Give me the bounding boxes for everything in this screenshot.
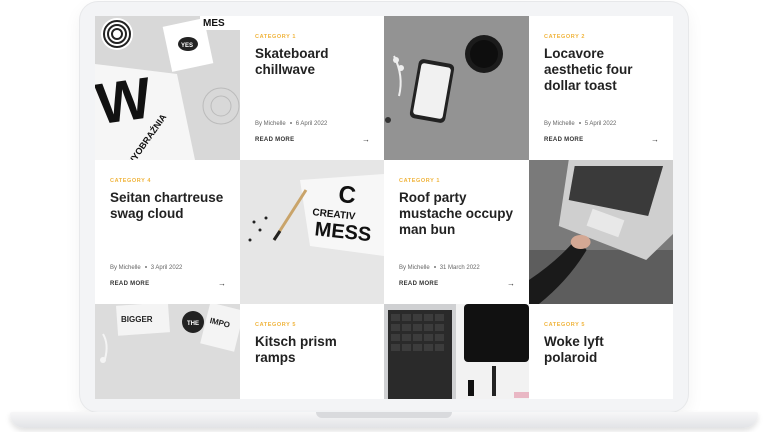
post-title[interactable]: Roof party mustache occupy man bun (399, 190, 514, 238)
arrow-right-icon[interactable]: → (218, 279, 226, 288)
post-category[interactable]: CATEGORY 4 (110, 178, 225, 184)
meta-separator (578, 122, 581, 125)
post-category[interactable]: CATEGORY 5 (544, 322, 658, 328)
post-author: By Michelle (110, 265, 141, 271)
poster-letter: C (337, 181, 357, 210)
poster-word-b: THE (187, 321, 199, 327)
read-more-link[interactable]: READ MORE (399, 281, 438, 287)
post-category[interactable]: CATEGORY 1 (399, 178, 514, 184)
post-meta: By Michelle 31 March 2022 (399, 265, 480, 271)
post-date: 5 April 2022 (584, 121, 617, 127)
blog-grid: YES MES W WYOBRAŹNIA CATEGORY 1 Skateboa… (95, 16, 673, 399)
meta-separator (144, 266, 147, 269)
read-more-link[interactable]: READ MORE (544, 137, 583, 143)
post-author: By Michelle (255, 121, 286, 127)
post-card-2[interactable]: CATEGORY 2 Locavore aesthetic four dolla… (529, 16, 673, 160)
post-title[interactable]: Seitan chartreuse swag cloud (110, 190, 225, 222)
post-meta: By Michelle 5 April 2022 (544, 121, 616, 127)
read-more-link[interactable]: READ MORE (110, 281, 149, 287)
meta-separator (433, 266, 436, 269)
post-image-3[interactable]: C CREATIV MESS (240, 160, 384, 304)
arrow-right-icon[interactable]: → (651, 135, 659, 144)
post-date: 3 April 2022 (150, 265, 183, 271)
post-date: 6 April 2022 (295, 121, 328, 127)
laptop-screen: YES MES W WYOBRAŹNIA CATEGORY 1 Skateboa… (95, 16, 673, 399)
arrow-right-icon[interactable]: → (507, 279, 515, 288)
laptop-notch (316, 412, 452, 418)
laptop-mockup: YES MES W WYOBRAŹNIA CATEGORY 1 Skateboa… (0, 0, 768, 432)
post-meta: By Michelle 6 April 2022 (255, 121, 327, 127)
post-card-5[interactable]: CATEGORY 5 Kitsch prism ramps (240, 304, 384, 399)
poster-main-letter: W (95, 65, 156, 137)
post-author: By Michelle (399, 265, 430, 271)
post-card-1[interactable]: CATEGORY 1 Skateboard chillwave By Miche… (240, 16, 384, 160)
post-image-5[interactable]: BIGGER THE IMPO (95, 304, 240, 399)
meta-separator (289, 122, 292, 125)
arrow-right-icon[interactable]: → (362, 135, 370, 144)
badge-text: YES (181, 43, 193, 49)
post-image-4[interactable] (529, 160, 673, 304)
post-title[interactable]: Kitsch prism ramps (255, 334, 369, 366)
poster-top-text: MES (203, 18, 225, 29)
post-image-1[interactable]: YES MES W WYOBRAŹNIA (95, 16, 240, 160)
post-meta: By Michelle 3 April 2022 (110, 265, 182, 271)
post-image-6[interactable] (384, 304, 529, 399)
post-author: By Michelle (544, 121, 575, 127)
post-title[interactable]: Skateboard chillwave (255, 46, 369, 78)
read-more-link[interactable]: READ MORE (255, 137, 294, 143)
post-image-2[interactable] (384, 16, 529, 160)
poster-word-a: BIGGER (121, 315, 153, 324)
post-card-4[interactable]: CATEGORY 1 Roof party mustache occupy ma… (384, 160, 529, 304)
post-card-6[interactable]: CATEGORY 5 Woke lyft polaroid (529, 304, 673, 399)
post-category[interactable]: CATEGORY 1 (255, 34, 369, 40)
post-date: 31 March 2022 (439, 265, 480, 271)
post-category[interactable]: CATEGORY 5 (255, 322, 369, 328)
post-card-3[interactable]: CATEGORY 4 Seitan chartreuse swag cloud … (95, 160, 240, 304)
post-title[interactable]: Woke lyft polaroid (544, 334, 658, 366)
post-title[interactable]: Locavore aesthetic four dollar toast (544, 46, 658, 94)
post-category[interactable]: CATEGORY 2 (544, 34, 658, 40)
